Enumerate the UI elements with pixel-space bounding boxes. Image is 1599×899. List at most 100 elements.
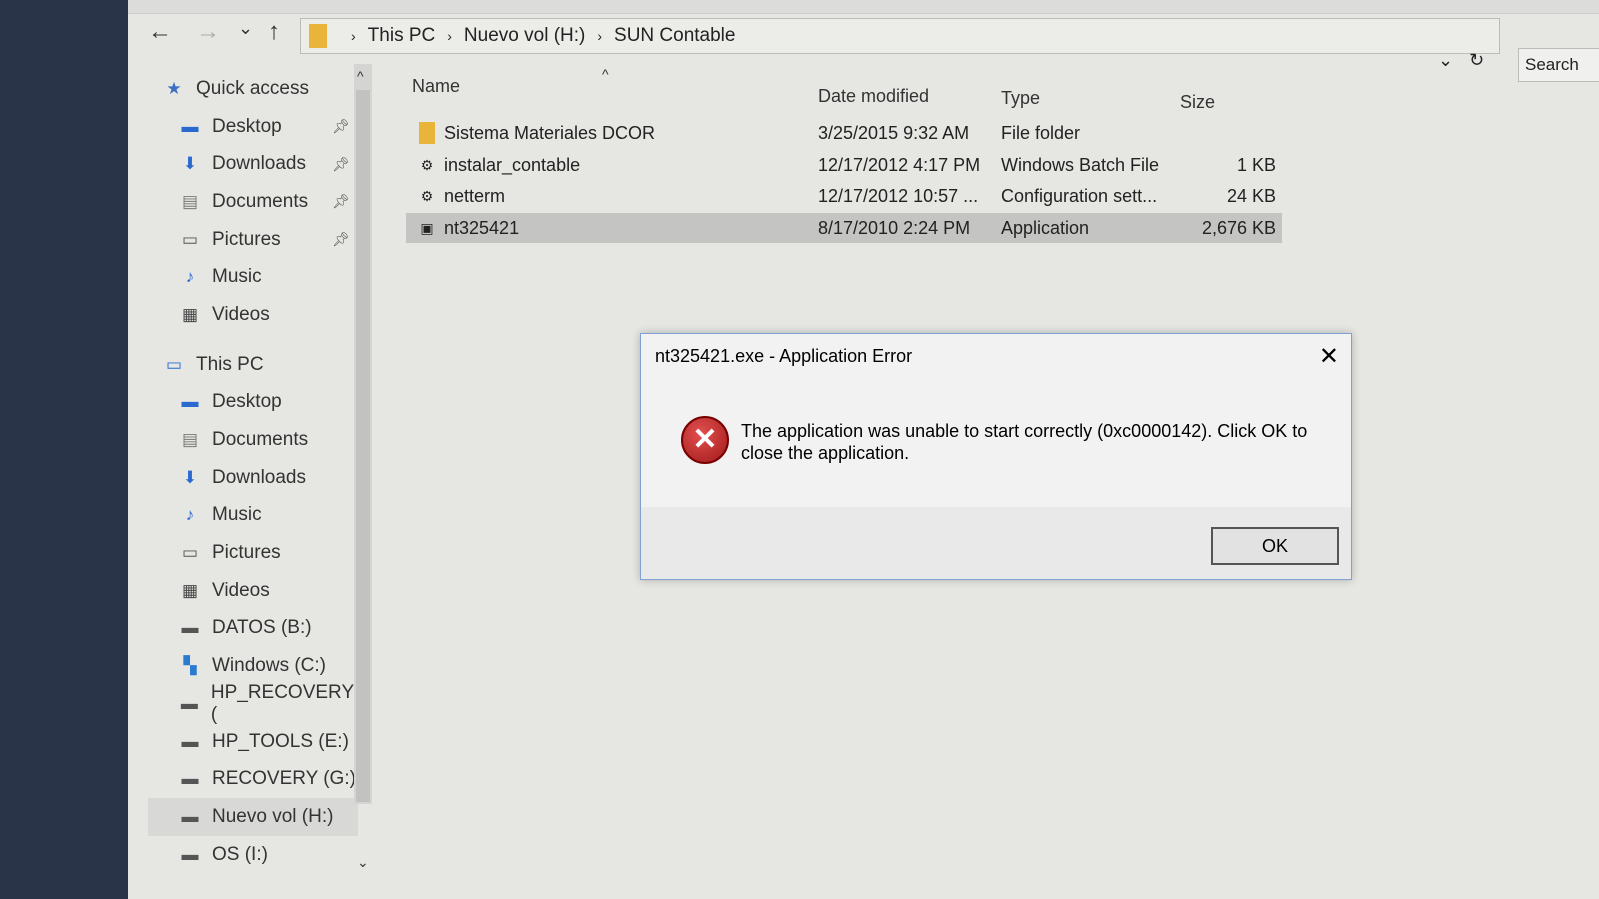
sidebar-scrollbar[interactable]: ^ ⌄ [354, 64, 372, 870]
file-size: 2,676 KB [1201, 217, 1276, 238]
ok-button[interactable]: OK [1211, 527, 1339, 565]
folder-icon [309, 24, 327, 48]
sidebar-item[interactable]: ♪ Music [148, 497, 358, 535]
star-icon: ★ [166, 78, 182, 98]
file-type: File folder [1001, 122, 1081, 143]
sidebar-item-label: Pictures [212, 228, 281, 250]
sidebar-item-label: Documents [212, 190, 309, 212]
drive-icon: ▬ [181, 618, 199, 638]
pin-icon[interactable]: 📌︎ [332, 156, 350, 173]
videos-icon: ▦ [181, 580, 199, 600]
sidebar-item-label: Nuevo vol (H:) [212, 805, 334, 827]
scroll-down-icon[interactable]: ⌄ [357, 854, 369, 871]
column-header-date[interactable]: Date modified [818, 86, 929, 107]
sidebar-item[interactable]: ▬ Nuevo vol (H:) [148, 798, 358, 836]
file-row[interactable]: ⚙ netterm 12/17/2012 10:57 ... Configuratio… [406, 181, 1282, 211]
sidebar-item[interactable]: ▚ Windows (C:) [148, 647, 358, 685]
sidebar-item-label: This PC [196, 353, 264, 375]
drive-icon: ▬ [181, 806, 199, 826]
sidebar-item[interactable]: ⬇ Downloads [148, 459, 358, 497]
chevron-right-icon: › [447, 28, 452, 44]
column-header-type[interactable]: Type [1001, 88, 1040, 109]
chevron-right-icon: › [351, 28, 356, 44]
sidebar-item[interactable]: ▬ HP_TOOLS (E:) [148, 723, 358, 761]
pin-icon[interactable]: 📌︎ [332, 193, 350, 210]
column-header-size[interactable]: Size [1180, 92, 1215, 113]
sidebar-item[interactable]: ▬ Desktop 📌︎ [148, 108, 358, 146]
file-name: nt325421 [444, 217, 520, 238]
file-size: 1 KB [1236, 154, 1276, 175]
sidebar-item[interactable]: ▭ Pictures 📌︎ [148, 221, 358, 259]
batch-file-icon: ⚙ [420, 156, 434, 173]
sidebar-item-label: Quick access [196, 77, 309, 99]
sidebar-item-label: HP_RECOVERY ( [210, 681, 354, 725]
sidebar-item[interactable]: ▭ Pictures [148, 534, 358, 572]
breadcrumb-drive[interactable]: Nuevo vol (H:) [464, 25, 585, 47]
computer-icon: ▭ [165, 354, 183, 374]
sidebar-item[interactable]: ▤ Documents 📌︎ [148, 183, 358, 221]
file-date: 12/17/2012 10:57 ... [818, 185, 979, 206]
desktop-icon: ▬ [181, 392, 199, 412]
sidebar-item-label: Desktop [212, 115, 282, 137]
file-type: Application [1001, 217, 1090, 238]
drive-icon: ▬ [181, 769, 199, 789]
column-header-name[interactable]: Name [412, 76, 460, 97]
sidebar-item[interactable]: ▬ OS (I:) [148, 836, 358, 874]
scroll-up-icon[interactable]: ^ [357, 68, 364, 84]
drive-icon: ▬ [181, 731, 199, 751]
sidebar-item[interactable]: ▭ This PC [148, 346, 358, 384]
sidebar-item-label: Pictures [212, 542, 281, 564]
file-date: 8/17/2010 2:24 PM [818, 217, 971, 238]
sidebar-item[interactable]: ▬ Desktop [148, 384, 358, 422]
sidebar-item-label: Documents [212, 429, 309, 451]
pin-icon[interactable]: 📌︎ [332, 231, 350, 248]
pin-icon[interactable]: 📌︎ [332, 118, 350, 135]
forward-button[interactable]: → [196, 18, 220, 46]
sidebar-item-label: Downloads [212, 466, 306, 488]
file-type: Windows Batch File [1001, 154, 1160, 175]
file-name: instalar_contable [444, 154, 581, 175]
folder-icon [416, 122, 438, 144]
file-row[interactable]: ▣ nt325421 8/17/2010 2:24 PM Application 2,6… [406, 213, 1282, 243]
sidebar-item-label: Desktop [212, 391, 282, 413]
file-row[interactable]: ⚙ instalar_contable 12/17/2012 4:17 PM Wind… [406, 150, 1282, 180]
sidebar-item[interactable]: ▦ Videos [148, 296, 358, 334]
sidebar-item-label: Videos [212, 579, 270, 601]
file-size: 24 KB [1226, 185, 1276, 206]
windows-drive-icon: ▚ [183, 656, 197, 676]
recent-locations-button[interactable]: ⌄ [238, 18, 253, 39]
sidebar-item-label: Windows (C:) [212, 655, 327, 677]
sidebar-item[interactable]: ▬ HP_RECOVERY ( [148, 681, 358, 725]
sidebar-item[interactable]: ▬ RECOVERY (G:) [148, 760, 358, 798]
error-icon: ✕ [681, 416, 729, 464]
sidebar-item-label: Videos [212, 303, 270, 325]
back-button[interactable]: ← [148, 18, 172, 46]
address-dropdown-icon[interactable]: ⌄ [1438, 50, 1453, 71]
sidebar-item[interactable]: ★ Quick access [148, 70, 358, 108]
close-icon[interactable]: ✕ [1319, 342, 1339, 371]
sidebar-item[interactable]: ▤ Documents [148, 421, 358, 459]
pictures-icon: ▭ [181, 543, 199, 563]
application-icon: ▣ [420, 219, 434, 236]
up-button[interactable]: ↑ [268, 18, 280, 46]
sidebar-item[interactable]: ▬ DATOS (B:) [148, 610, 358, 648]
sidebar-item[interactable]: ▦ Videos [148, 572, 358, 610]
chevron-right-icon: › [597, 28, 603, 44]
breadcrumb-this-pc[interactable]: This PC [368, 25, 436, 47]
breadcrumb-folder[interactable]: SUN Contable [614, 25, 735, 47]
search-input[interactable]: Search [1518, 48, 1599, 82]
address-bar[interactable]: › This PC › Nuevo vol (H:) › SUN Contabl… [300, 18, 1500, 54]
file-type: Configuration sett... [1001, 185, 1158, 206]
sidebar-item[interactable]: ♪ Music [148, 258, 358, 296]
sidebar-item[interactable]: ⬇ Downloads 📌︎ [148, 145, 358, 183]
sort-ascending-icon: ^ [602, 66, 609, 82]
videos-icon: ▦ [181, 304, 199, 324]
file-row[interactable]: Sistema Materiales DCOR 3/25/2015 9:32 AM… [406, 118, 1282, 148]
music-icon: ♪ [185, 505, 195, 525]
refresh-icon[interactable]: ↻ [1469, 50, 1484, 71]
documents-icon: ▤ [181, 430, 199, 450]
dialog-title: nt325421.exe - Application Error [655, 346, 913, 366]
dialog-footer: OK [641, 507, 1351, 579]
scrollbar-thumb[interactable] [356, 90, 370, 802]
application-error-dialog: nt325421.exe - Application Error ✕ ✕ The… [640, 333, 1352, 580]
